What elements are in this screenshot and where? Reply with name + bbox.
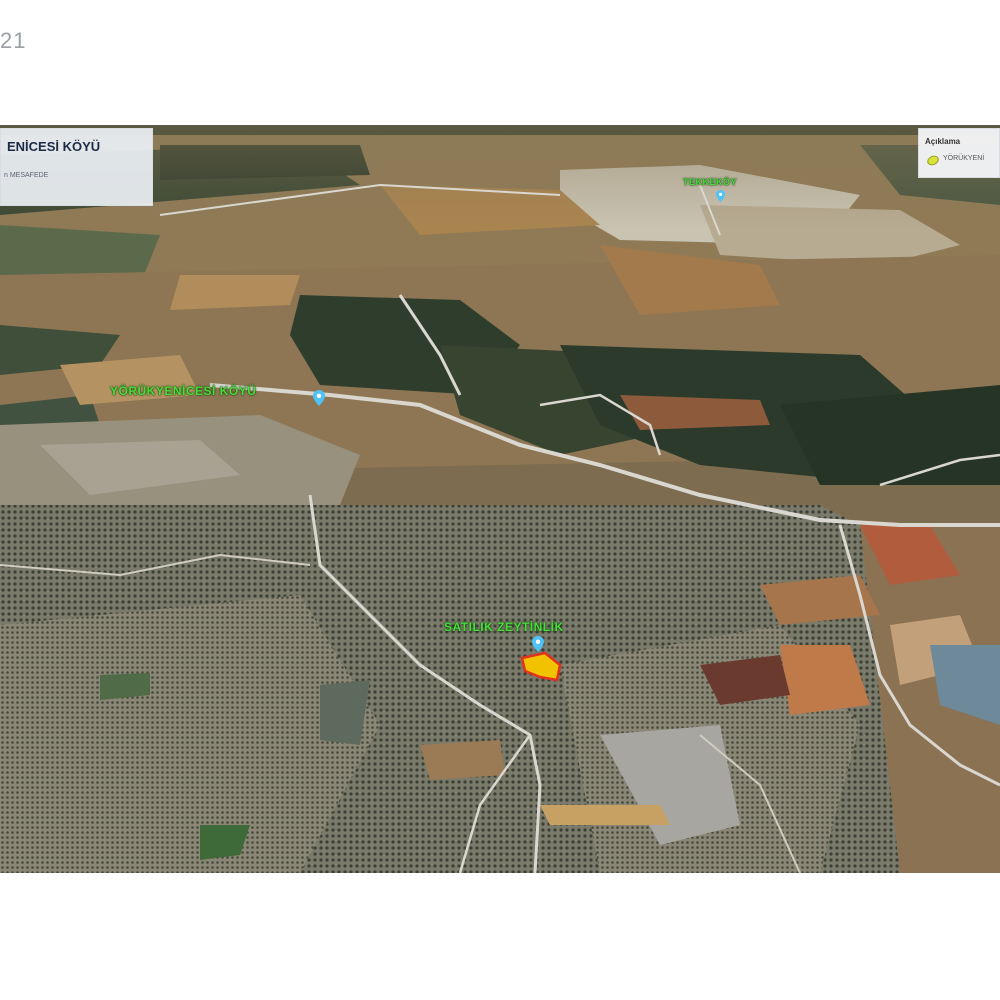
satellite-map[interactable]	[0, 125, 1000, 873]
village-label: YÖRÜKYENİCESİ KÖYÜ	[110, 384, 257, 398]
legend-box: Açıklama YÖRÜKYENİ	[918, 128, 1000, 178]
legend-swatch-icon	[925, 153, 941, 168]
info-box: ENİCESİ KÖYÜ n MESAFEDE	[0, 128, 153, 206]
legend-item-label: YÖRÜKYENİ	[943, 155, 985, 162]
parcel-label: SATILIK ZEYTİNLİK	[444, 620, 564, 634]
top-place-label: TEKKEKÖY	[683, 177, 738, 187]
info-title: ENİCESİ KÖYÜ	[7, 139, 101, 154]
info-subtitle: n MESAFEDE	[4, 172, 49, 179]
map-pin-icon[interactable]	[716, 190, 725, 202]
legend-title: Açıklama	[925, 137, 961, 146]
terrain-layer	[0, 125, 1000, 873]
page-number: 21	[0, 28, 27, 53]
map-pin-icon[interactable]	[532, 636, 544, 652]
map-pin-icon[interactable]	[313, 390, 325, 406]
